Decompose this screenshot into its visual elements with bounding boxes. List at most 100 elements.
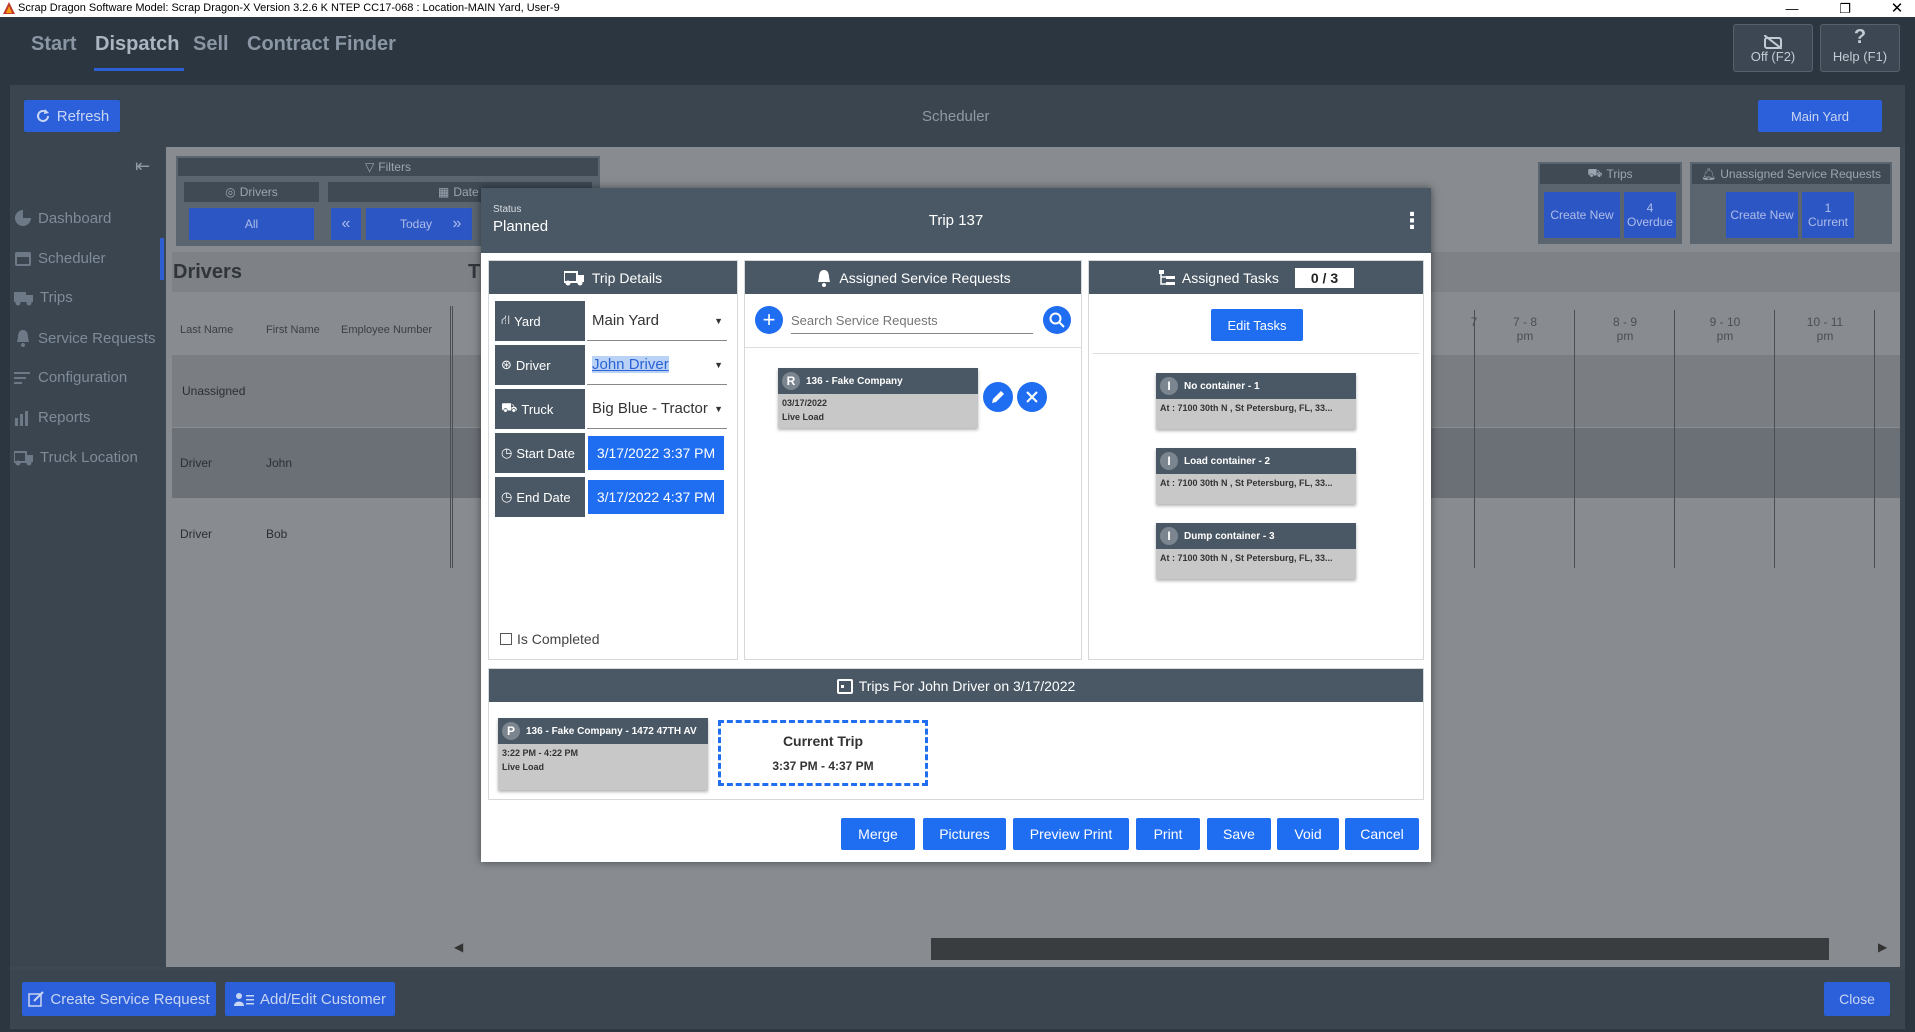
- divider: [745, 347, 1081, 348]
- search-sr-input[interactable]: [791, 308, 1033, 334]
- off-f2-button[interactable]: Off (F2): [1733, 24, 1813, 72]
- calendar-icon: [15, 252, 31, 266]
- trips-create-new-button[interactable]: Create New: [1544, 192, 1620, 238]
- assigned-tasks-section: Assigned Tasks 0 / 3 Edit Tasks I No conta…: [1088, 260, 1424, 660]
- col-last-name: Last Name: [180, 324, 234, 336]
- assigned-sr-header: Assigned Service Requests: [745, 261, 1081, 294]
- truck-icon: [563, 270, 584, 285]
- current-label: Current: [1807, 215, 1848, 229]
- start-date-label: ◷ Start Date: [495, 433, 585, 473]
- modal-header: Status Planned Trip 137 ⋮: [481, 188, 1431, 253]
- minimize-icon[interactable]: —: [1780, 0, 1804, 17]
- nav-sell[interactable]: Sell: [193, 33, 229, 56]
- sidebar-item-reports[interactable]: Reports: [14, 409, 91, 426]
- start-date-picker[interactable]: 3/17/2022 3:37 PM: [588, 436, 724, 470]
- create-service-request-button[interactable]: Create Service Request: [22, 982, 216, 1016]
- nav-active-indicator: [94, 68, 184, 71]
- sidebar-item-truck-location[interactable]: Truck Location: [14, 449, 138, 466]
- trip-card[interactable]: P 136 - Fake Company - 1472 47TH AV 3:22 …: [498, 718, 708, 790]
- sidebar-item-trips[interactable]: Trips: [14, 289, 73, 306]
- yard-label: ⛙ Yard: [495, 301, 585, 341]
- truck-select[interactable]: Big Blue - Tractor ▼: [587, 389, 727, 429]
- drivers-all-button[interactable]: All: [189, 208, 314, 240]
- is-completed-label: Is Completed: [517, 631, 600, 647]
- add-edit-customer-label: Add/Edit Customer: [260, 990, 386, 1008]
- sr-card-header: R 136 - Fake Company: [778, 368, 978, 394]
- add-edit-customer-button[interactable]: Add/Edit Customer: [225, 982, 395, 1016]
- yard-label-text: Yard: [514, 313, 541, 329]
- trips-for-header: Trips For John Driver on 3/17/2022: [489, 669, 1423, 702]
- collapse-sidebar-icon[interactable]: ⇤: [135, 156, 150, 177]
- task-card[interactable]: I Dump container - 3 At : 7100 30th N , S…: [1156, 523, 1356, 579]
- sidebar-item-dashboard[interactable]: Dashboard: [14, 209, 111, 227]
- nav-dispatch[interactable]: Dispatch: [95, 33, 179, 56]
- edit-tasks-button[interactable]: Edit Tasks: [1211, 309, 1303, 341]
- yard-value: Main Yard: [592, 312, 659, 329]
- task-card[interactable]: I No container - 1 At : 7100 30th N , St …: [1156, 373, 1356, 429]
- drivers-title-fragment: T: [468, 261, 481, 283]
- save-button[interactable]: Save: [1207, 818, 1271, 850]
- hour-divider: [1474, 310, 1475, 568]
- row-last-name: Driver: [180, 456, 212, 470]
- current-count: 1: [1824, 201, 1832, 215]
- drivers-filter-header: ◎ Drivers: [184, 182, 319, 202]
- help-f1-button[interactable]: ? Help (F1): [1820, 24, 1900, 72]
- current-trip-time: 3:37 PM - 4:37 PM: [772, 759, 874, 773]
- edit-sr-button[interactable]: [983, 382, 1013, 412]
- trips-overdue-button[interactable]: 4 Overdue: [1624, 192, 1676, 238]
- sidebar-item-service-requests[interactable]: Service Requests: [14, 329, 156, 347]
- is-completed-checkbox[interactable]: Is Completed: [500, 631, 599, 647]
- end-date-picker[interactable]: 3/17/2022 4:37 PM: [588, 480, 724, 514]
- create-sr-label: Create Service Request: [50, 990, 210, 1008]
- close-button[interactable]: Close: [1824, 982, 1890, 1016]
- print-button[interactable]: Print: [1136, 818, 1200, 850]
- trip-details-section: Trip Details ⛙ Yard Main Yard ▼ ⊛ Driver Jo…: [488, 260, 738, 660]
- trip-modal: Status Planned Trip 137 ⋮ Trip Details ⛙…: [481, 188, 1431, 862]
- pictures-button[interactable]: Pictures: [923, 818, 1006, 850]
- date-prev-button[interactable]: «: [331, 208, 361, 240]
- preview-print-button[interactable]: Preview Print: [1013, 818, 1129, 850]
- hour-label: 7 - 8: [1512, 315, 1537, 329]
- refresh-button[interactable]: Refresh: [24, 100, 120, 132]
- date-filter-label: Date: [453, 185, 479, 199]
- sidebar-item-scheduler[interactable]: Scheduler: [14, 249, 106, 267]
- hour-period: pm: [1716, 329, 1734, 343]
- more-menu-icon[interactable]: ⋮: [1401, 208, 1423, 234]
- sr-card-title: 136 - Fake Company: [806, 375, 903, 387]
- search-sr-button[interactable]: [1043, 306, 1071, 334]
- service-request-card[interactable]: R 136 - Fake Company 03/17/2022 Live Load: [778, 368, 978, 428]
- window-title: Scrap Dragon Software Model: Scrap Drago…: [18, 2, 560, 14]
- date-next-button[interactable]: »: [442, 208, 472, 240]
- trips-for-title: Trips For John Driver on 3/17/2022: [858, 677, 1076, 694]
- void-button[interactable]: Void: [1277, 818, 1339, 850]
- driver-select[interactable]: John Driver ▼: [587, 345, 727, 385]
- add-sr-button[interactable]: +: [755, 306, 783, 334]
- bell-icon: [17, 330, 29, 347]
- checkbox-box[interactable]: [500, 633, 512, 645]
- task-card[interactable]: I Load container - 2 At : 7100 30th N , S…: [1156, 448, 1356, 504]
- task-card-header: I No container - 1: [1156, 373, 1356, 399]
- close-window-icon[interactable]: ✕: [1885, 0, 1909, 17]
- calendar-small-icon: ▦: [438, 185, 450, 199]
- trips-panel-title: Trips: [1606, 167, 1633, 181]
- nav-contract-finder[interactable]: Contract Finder: [247, 33, 396, 56]
- merge-button[interactable]: Merge: [841, 818, 915, 850]
- steering-wheel-icon: ⊛: [501, 357, 512, 372]
- maximize-icon[interactable]: ❐: [1833, 0, 1857, 17]
- scroll-right-icon[interactable]: ▶: [1878, 940, 1887, 954]
- scroll-left-icon[interactable]: ◀: [454, 940, 463, 954]
- nav-start[interactable]: Start: [31, 33, 77, 56]
- yard-selector-button[interactable]: Main Yard: [1758, 100, 1882, 132]
- unassigned-current-button[interactable]: 1 Current: [1802, 192, 1854, 238]
- hour-period: pm: [1616, 329, 1634, 343]
- sidebar-item-configuration[interactable]: Configuration: [14, 369, 127, 386]
- truck-location-icon: [14, 450, 33, 465]
- drivers-filter-label: Drivers: [239, 185, 278, 199]
- unassigned-create-new-button[interactable]: Create New: [1726, 192, 1798, 238]
- yard-select[interactable]: Main Yard ▼: [587, 301, 727, 341]
- cancel-button[interactable]: Cancel: [1345, 818, 1419, 850]
- remove-sr-button[interactable]: [1017, 382, 1047, 412]
- horizontal-scrollbar[interactable]: [931, 938, 1829, 960]
- edit-box-icon: [28, 991, 45, 1007]
- start-date-field: ◷ Start Date 3/17/2022 3:37 PM: [495, 433, 727, 473]
